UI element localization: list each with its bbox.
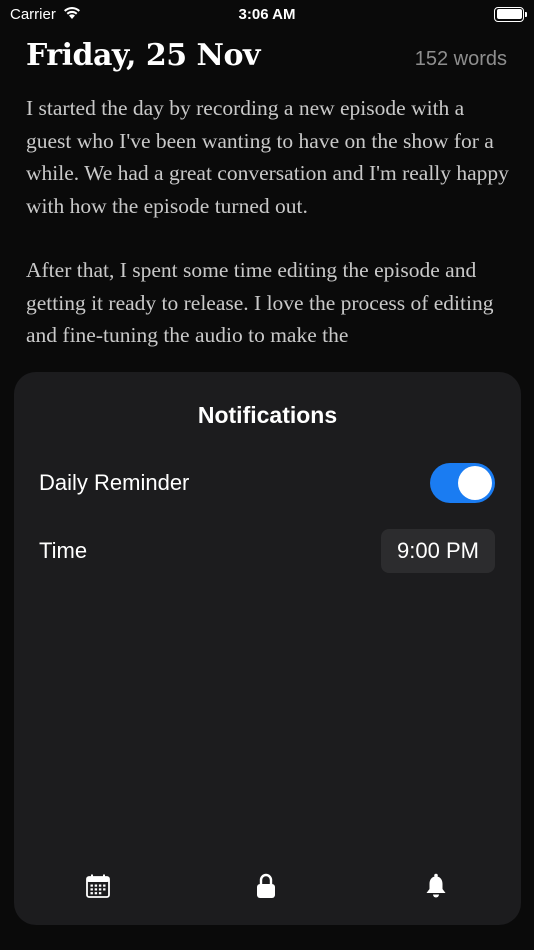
status-left: Carrier bbox=[10, 5, 82, 24]
tab-notifications[interactable] bbox=[416, 869, 456, 903]
daily-reminder-label: Daily Reminder bbox=[39, 470, 190, 495]
entry-paragraph: After that, I spent some time editing th… bbox=[26, 258, 494, 347]
sheet-title: Notifications bbox=[197, 402, 338, 428]
lock-icon bbox=[255, 873, 277, 899]
tab-bar bbox=[14, 869, 521, 903]
tab-calendar[interactable] bbox=[78, 869, 118, 903]
carrier-label: Carrier bbox=[10, 5, 56, 23]
word-count: 152 words bbox=[414, 48, 507, 70]
entry-header: Friday, 25 Nov 152 words bbox=[26, 38, 507, 73]
wifi-icon bbox=[62, 5, 82, 24]
battery-level bbox=[496, 9, 522, 19]
daily-reminder-toggle[interactable] bbox=[430, 463, 495, 503]
calendar-icon bbox=[86, 874, 110, 898]
battery-icon bbox=[494, 6, 527, 22]
notifications-sheet: Notifications Daily Reminder Time 9:00 P… bbox=[14, 372, 521, 925]
tab-lock[interactable] bbox=[246, 869, 286, 903]
bell-icon bbox=[425, 873, 447, 899]
toggle-knob bbox=[458, 466, 492, 500]
entry-date: Friday, 25 Nov bbox=[26, 38, 260, 73]
entry-paragraph: I started the day by recording a new epi… bbox=[26, 96, 509, 218]
time-picker[interactable]: 9:00 PM bbox=[381, 529, 495, 573]
status-bar: Carrier 3:06 AM bbox=[0, 0, 534, 28]
time-label: Time bbox=[39, 538, 88, 563]
entry-body[interactable]: I started the day by recording a new epi… bbox=[26, 92, 510, 384]
